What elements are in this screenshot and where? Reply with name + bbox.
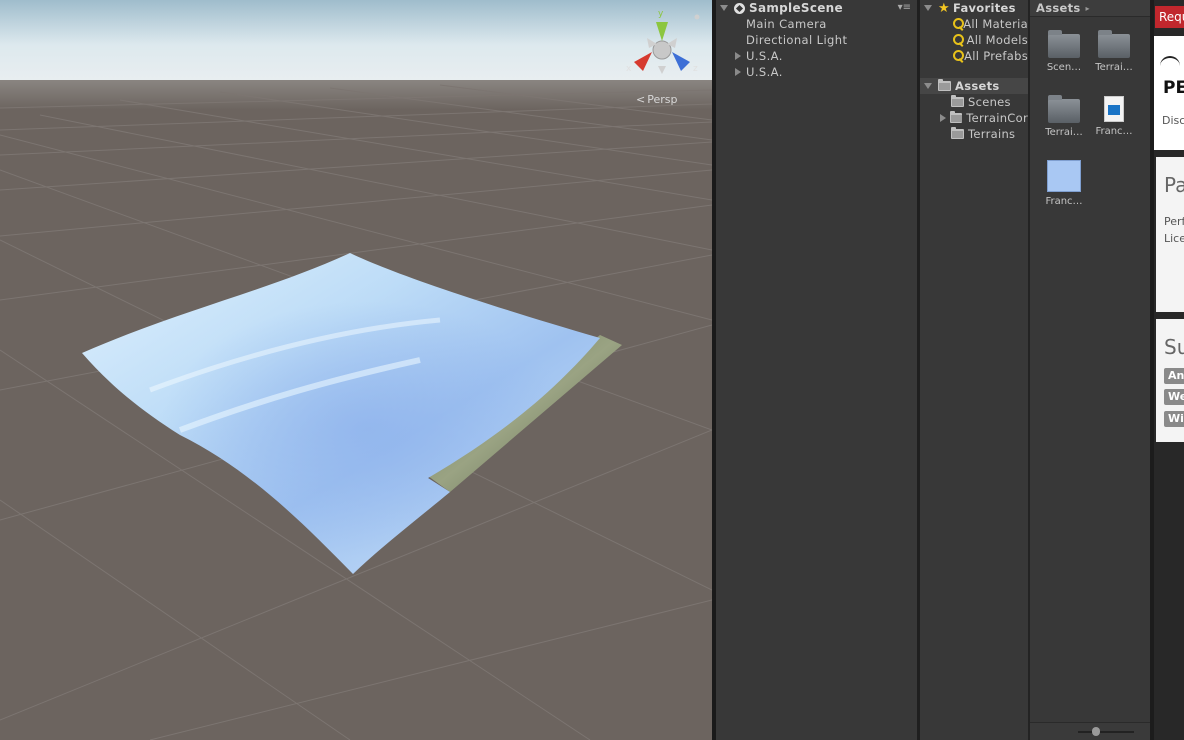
- logo-icon: [1160, 56, 1180, 66]
- folder-icon: [951, 127, 964, 139]
- asset-item[interactable]: Terrai…: [1090, 30, 1138, 73]
- asset-item[interactable]: Franc…: [1040, 160, 1088, 207]
- icon-size-slider-track[interactable]: [1078, 731, 1134, 733]
- platform-tag[interactable]: Wi: [1164, 411, 1184, 427]
- search-icon: [952, 17, 965, 31]
- package-card: Pa Perf Lice: [1156, 157, 1184, 312]
- section-heading: Su: [1164, 335, 1184, 359]
- projection-label: Persp: [647, 93, 678, 106]
- gizmo-y-label: y: [658, 9, 664, 19]
- assets-breadcrumb[interactable]: Assets ▸: [1030, 0, 1150, 17]
- inspector-panel: Requ PE Disc Pa Perf Lice Su An We Wi: [1154, 0, 1184, 740]
- asset-item[interactable]: Terrai…: [1040, 95, 1088, 138]
- assets-panel: Assets ▸ Scen… Terrai… Terrai… Franc… Fra…: [1030, 0, 1150, 740]
- gizmo-z-label: z: [693, 64, 698, 74]
- scene-title: SampleScene: [749, 1, 843, 15]
- expand-right-icon[interactable]: [735, 68, 741, 76]
- platform-tag[interactable]: An: [1164, 368, 1184, 384]
- projection-toggle[interactable]: < Persp: [636, 93, 677, 106]
- favorites-header[interactable]: ★ Favorites: [920, 0, 1028, 16]
- project-tree-panel: ★ Favorites All Materia All Models All P…: [920, 0, 1028, 740]
- image-file-icon: [1104, 96, 1124, 122]
- hierarchy-item-main-camera[interactable]: Main Camera: [716, 16, 917, 32]
- favorite-all-materials[interactable]: All Materia: [920, 16, 1028, 32]
- star-icon: ★: [938, 0, 950, 16]
- support-card: Su An We Wi: [1156, 319, 1184, 442]
- icon-size-slider-knob[interactable]: [1092, 727, 1100, 736]
- folder-icon: [950, 111, 963, 123]
- folder-icon: [951, 95, 964, 107]
- favorite-all-prefabs[interactable]: All Prefabs: [920, 48, 1028, 64]
- section-heading: Pa: [1164, 173, 1184, 197]
- expand-right-icon[interactable]: [735, 52, 741, 60]
- perf-text: Perf: [1164, 215, 1184, 228]
- asset-item[interactable]: Franc…: [1090, 96, 1138, 137]
- expand-right-icon[interactable]: [940, 114, 946, 122]
- unity-scene-icon: [734, 2, 745, 14]
- folder-icon: [1098, 30, 1130, 58]
- texture-icon: [1047, 160, 1081, 192]
- hierarchy-item-usa-1[interactable]: U.S.A.: [716, 48, 917, 64]
- hierarchy-item-directional-light[interactable]: Directional Light: [716, 32, 917, 48]
- folder-icon: [1048, 30, 1080, 58]
- expand-down-icon[interactable]: [720, 5, 728, 11]
- favorite-all-models[interactable]: All Models: [920, 32, 1028, 48]
- request-button[interactable]: Requ: [1155, 6, 1184, 28]
- platform-tag[interactable]: We: [1164, 389, 1184, 405]
- hierarchy-panel: SampleScene ▾≡ Main Camera Directional L…: [716, 0, 917, 740]
- search-icon: [952, 49, 965, 63]
- license-text: Lice: [1164, 232, 1184, 245]
- scene-header[interactable]: SampleScene ▾≡: [716, 0, 917, 16]
- hamburger-menu-icon[interactable]: ▾≡: [898, 2, 911, 13]
- asset-item[interactable]: Scen…: [1040, 30, 1088, 73]
- chevron-left-icon: <: [636, 93, 646, 106]
- scene-viewport-canvas[interactable]: y x z: [0, 0, 712, 740]
- product-disc-text: Disc: [1162, 114, 1184, 127]
- product-card: PE Disc: [1154, 36, 1184, 150]
- chevron-right-icon: ▸: [1085, 3, 1090, 13]
- gizmo-x-label: x: [626, 64, 632, 74]
- assets-root[interactable]: Assets: [920, 78, 1028, 94]
- folder-terrains[interactable]: Terrains: [920, 126, 1028, 142]
- search-icon: [952, 33, 964, 47]
- expand-down-icon[interactable]: [924, 83, 932, 89]
- product-title: PE: [1163, 78, 1184, 98]
- folder-icon: [1048, 95, 1080, 123]
- assets-footer: [1030, 722, 1150, 740]
- folder-scenes[interactable]: Scenes: [920, 94, 1028, 110]
- expand-down-icon[interactable]: [924, 5, 932, 11]
- scene-view[interactable]: y x z < Persp: [0, 0, 712, 740]
- folder-terraincomposer[interactable]: TerrainCor: [920, 110, 1028, 126]
- folder-icon: [938, 79, 951, 91]
- hierarchy-item-usa-2[interactable]: U.S.A.: [716, 64, 917, 80]
